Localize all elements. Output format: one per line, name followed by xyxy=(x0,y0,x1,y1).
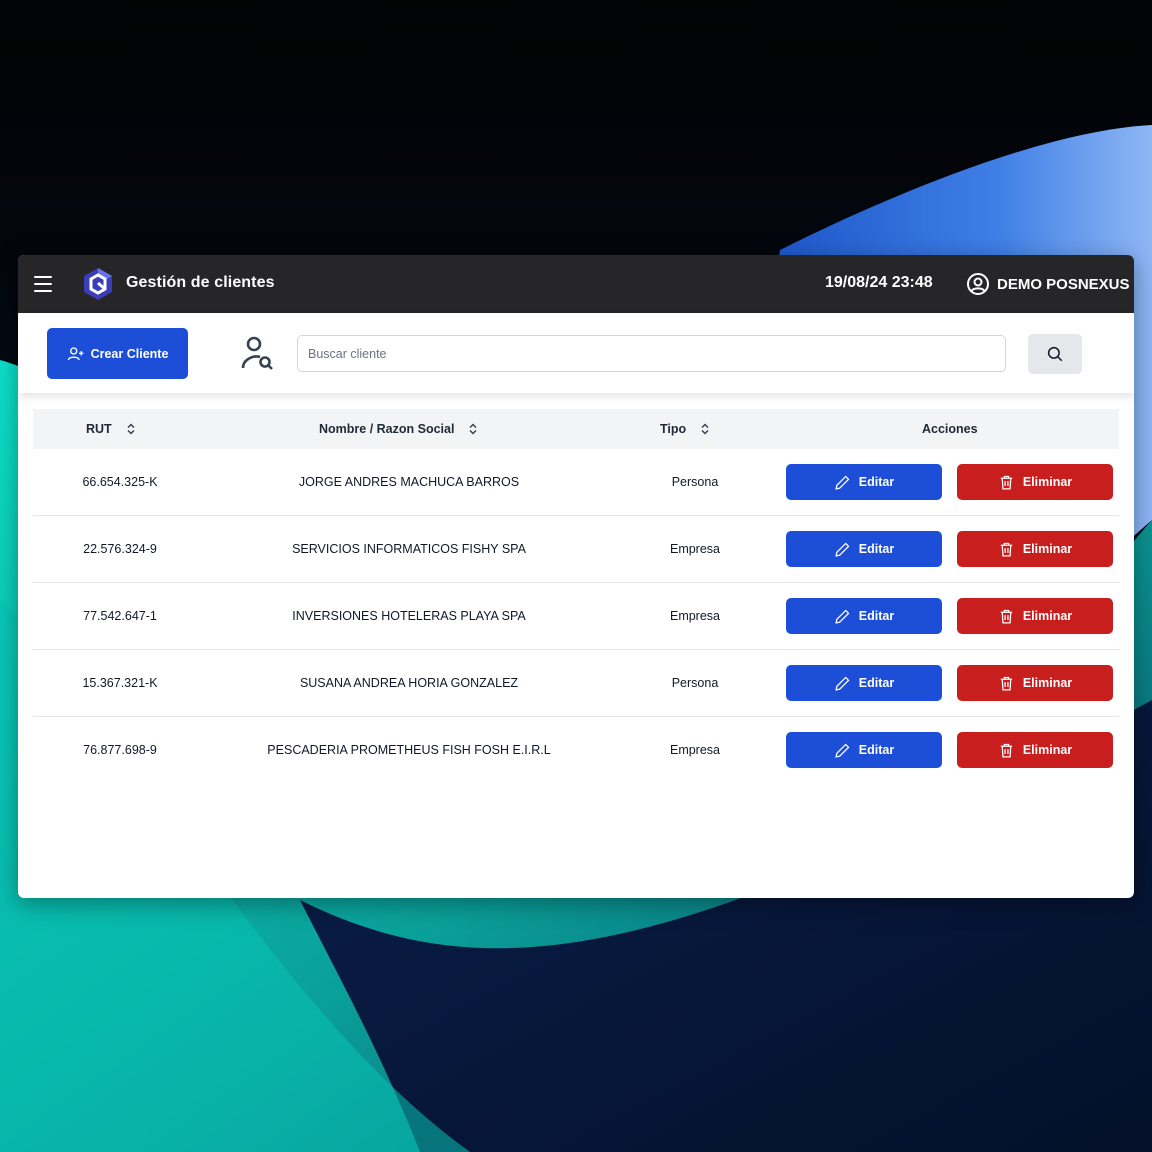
cell-nombre: JORGE ANDRES MACHUCA BARROS xyxy=(298,475,520,489)
cell-tipo: Persona xyxy=(671,676,719,690)
table-row: 77.542.647-1 INVERSIONES HOTELERAS PLAYA… xyxy=(33,583,1119,650)
table-row: 22.576.324-9 SERVICIOS INFORMATICOS FISH… xyxy=(33,516,1119,583)
table-row: 76.877.698-9 PESCADERIA PROMETHEUS FISH … xyxy=(33,717,1119,783)
toolbar: Crear Cliente xyxy=(18,313,1134,393)
edit-label: Editar xyxy=(858,609,895,623)
user-name: DEMO POSNEXUS xyxy=(997,275,1130,293)
datetime-display: 19/08/24 23:48 xyxy=(825,274,933,291)
cell-nombre: PESCADERIA PROMETHEUS FISH FOSH E.I.R.L xyxy=(267,743,551,757)
delete-button[interactable]: Eliminar xyxy=(957,531,1113,567)
delete-label: Eliminar xyxy=(1022,676,1073,690)
edit-label: Editar xyxy=(858,475,895,489)
trash-icon xyxy=(1000,542,1012,557)
sort-icon[interactable] xyxy=(700,423,710,435)
create-client-label: Crear Cliente xyxy=(90,346,169,361)
edit-label: Editar xyxy=(858,743,895,757)
edit-button[interactable]: Editar xyxy=(786,464,942,500)
user-search-icon xyxy=(241,336,273,370)
pencil-icon xyxy=(835,609,850,624)
sort-icon[interactable] xyxy=(468,423,478,435)
posnexus-logo xyxy=(84,268,112,300)
cell-tipo: Empresa xyxy=(669,743,721,757)
column-header-rut[interactable]: RUT xyxy=(86,422,136,436)
table-row: 15.367.321-K SUSANA ANDREA HORIA GONZALE… xyxy=(33,650,1119,717)
cell-nombre: SUSANA ANDREA HORIA GONZALEZ xyxy=(299,676,519,690)
cell-rut: 15.367.321-K xyxy=(82,676,158,690)
edit-button[interactable]: Editar xyxy=(786,598,942,634)
cell-rut: 77.542.647-1 xyxy=(83,609,157,623)
user-circle-icon xyxy=(967,273,989,295)
cell-rut: 66.654.325-K xyxy=(82,475,158,489)
clients-table: RUT Nombre / Razon Social Tipo Acciones … xyxy=(33,409,1119,783)
column-header-nombre[interactable]: Nombre / Razon Social xyxy=(319,422,478,436)
app-window: Gestión de clientes 19/08/24 23:48 DEMO … xyxy=(18,255,1134,898)
edit-label: Editar xyxy=(858,542,895,556)
cell-tipo: Empresa xyxy=(669,609,721,623)
table-header: RUT Nombre / Razon Social Tipo Acciones xyxy=(33,409,1119,449)
delete-button[interactable]: Eliminar xyxy=(957,732,1113,768)
column-label-tipo: Tipo xyxy=(660,422,687,436)
edit-button[interactable]: Editar xyxy=(786,531,942,567)
table-row: 66.654.325-K JORGE ANDRES MACHUCA BARROS… xyxy=(33,449,1119,516)
delete-button[interactable]: Eliminar xyxy=(957,665,1113,701)
sort-icon[interactable] xyxy=(126,423,136,435)
column-label-nombre: Nombre / Razon Social xyxy=(319,422,455,436)
column-header-acciones: Acciones xyxy=(922,422,978,436)
search-button[interactable] xyxy=(1028,334,1082,374)
pencil-icon xyxy=(835,475,850,490)
pencil-icon xyxy=(835,542,850,557)
edit-label: Editar xyxy=(858,676,895,690)
create-client-button[interactable]: Crear Cliente xyxy=(47,328,188,379)
trash-icon xyxy=(1000,676,1012,691)
cell-rut: 76.877.698-9 xyxy=(83,743,157,757)
search-input[interactable] xyxy=(297,335,1006,372)
edit-button[interactable]: Editar xyxy=(786,665,942,701)
hamburger-icon[interactable] xyxy=(34,276,52,292)
cell-nombre: SERVICIOS INFORMATICOS FISHY SPA xyxy=(292,542,526,556)
delete-label: Eliminar xyxy=(1022,475,1073,489)
trash-icon xyxy=(1000,743,1012,758)
cell-tipo: Empresa xyxy=(669,542,721,556)
cell-rut: 22.576.324-9 xyxy=(83,542,157,556)
edit-button[interactable]: Editar xyxy=(786,732,942,768)
delete-button[interactable]: Eliminar xyxy=(957,598,1113,634)
user-menu[interactable]: DEMO POSNEXUS xyxy=(966,272,1130,296)
cell-nombre: INVERSIONES HOTELERAS PLAYA SPA xyxy=(292,609,526,623)
user-plus-icon xyxy=(67,346,84,360)
delete-button[interactable]: Eliminar xyxy=(957,464,1113,500)
trash-icon xyxy=(1000,609,1012,624)
delete-label: Eliminar xyxy=(1022,609,1073,623)
column-label-rut: RUT xyxy=(86,422,112,436)
top-bar: Gestión de clientes 19/08/24 23:48 DEMO … xyxy=(18,255,1134,313)
delete-label: Eliminar xyxy=(1022,743,1073,757)
cell-tipo: Persona xyxy=(671,475,719,489)
pencil-icon xyxy=(835,676,850,691)
column-header-tipo[interactable]: Tipo xyxy=(660,422,710,436)
trash-icon xyxy=(1000,475,1012,490)
search-icon xyxy=(1047,346,1063,362)
page-title: Gestión de clientes xyxy=(126,274,275,291)
column-label-acciones: Acciones xyxy=(922,422,978,436)
pencil-icon xyxy=(835,743,850,758)
delete-label: Eliminar xyxy=(1022,542,1073,556)
